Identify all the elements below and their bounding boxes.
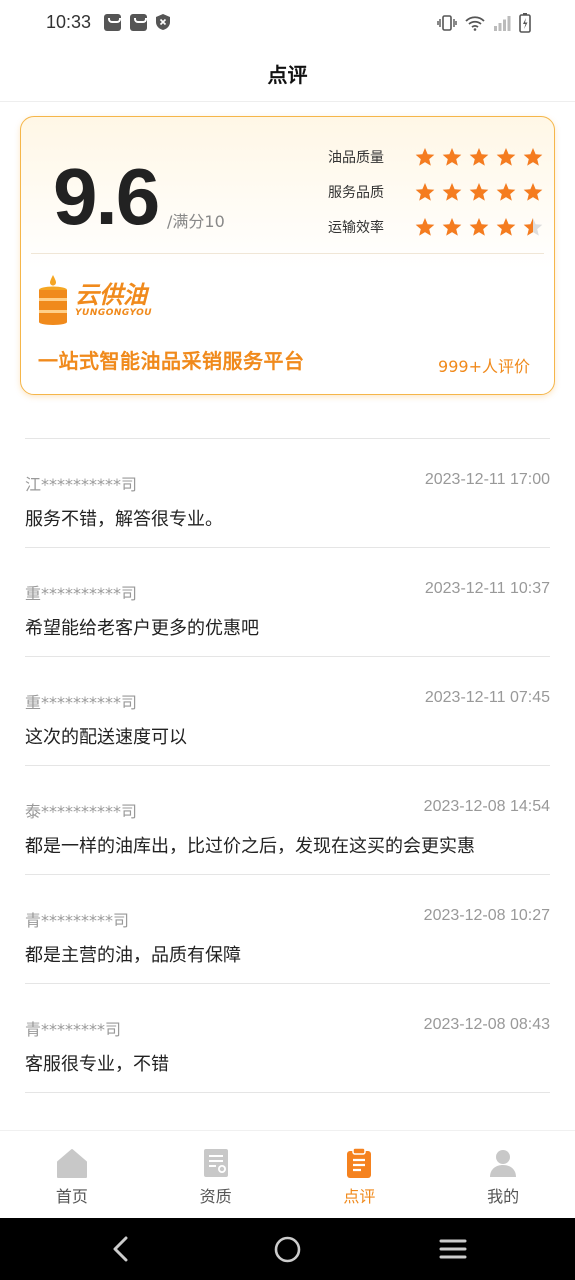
review-date: 2023-12-08 14:54 [423, 798, 550, 815]
review-user: 青*********司 [25, 911, 130, 930]
battery-icon [519, 13, 531, 33]
review-user: 泰**********司 [25, 802, 138, 821]
rating-label: 服务品质 [328, 184, 384, 201]
bottom-tab-bar: 首页 资质 点评 我的 [0, 1130, 575, 1218]
score-card: 9.6 /满分10 油品质量 服务品质 运输效率 云供油 YUNGONGYOU [20, 116, 555, 395]
review-text: 希望能给老客户更多的优惠吧 [25, 618, 259, 639]
star-icon [442, 182, 462, 201]
review-date: 2023-12-08 08:43 [423, 1016, 550, 1033]
star-icon [469, 147, 489, 166]
review-date: 2023-12-11 10:37 [424, 580, 550, 597]
home-icon [56, 1149, 87, 1178]
star-rating [415, 147, 543, 167]
star-icon [469, 182, 489, 201]
system-nav-bar [0, 1218, 575, 1280]
page-title: 点评 [267, 63, 308, 87]
rating-row: 油品质量 [328, 139, 543, 174]
home-circle-icon[interactable] [274, 1236, 301, 1263]
review-date: 2023-12-11 17:00 [424, 471, 550, 488]
vibrate-icon [437, 15, 457, 31]
rating-label: 运输效率 [328, 219, 384, 236]
review-count: 999+人评价 [438, 357, 530, 376]
review-text: 都是一样的油库出，比过价之后，发现在这买的会更实惠 [25, 836, 475, 857]
star-icon [415, 147, 435, 166]
tab-label: 首页 [55, 1187, 88, 1206]
review-item: 青********司 2023-12-08 08:43 客服很专业，不错 [25, 983, 550, 1092]
tab-label: 我的 [487, 1187, 520, 1206]
overall-score: 9.6 [53, 152, 160, 241]
review-date: 2023-12-11 07:45 [424, 689, 550, 706]
review-user: 青********司 [25, 1020, 122, 1039]
tab-label: 点评 [343, 1187, 376, 1206]
brand-logo: 云供油 YUNGONGYOU [37, 275, 152, 325]
star-rating [415, 182, 543, 202]
tab-home[interactable]: 首页 [0, 1131, 144, 1218]
review-user: 重**********司 [25, 693, 138, 712]
star-icon [469, 217, 489, 236]
star-icon [523, 147, 543, 166]
star-icon [523, 217, 543, 236]
review-date: 2023-12-08 10:27 [423, 907, 550, 924]
shopping-bag-icon [104, 14, 121, 31]
star-icon [496, 217, 516, 236]
review-text: 都是主营的油，品质有保障 [25, 945, 241, 966]
header: 点评 [0, 46, 575, 102]
score-max-label: /满分10 [167, 212, 225, 231]
star-icon [496, 147, 516, 166]
wifi-icon [465, 16, 485, 31]
review-item-partial [25, 1092, 550, 1130]
star-icon [442, 147, 462, 166]
rating-list: 油品质量 服务品质 运输效率 [328, 139, 543, 244]
review-user: 重**********司 [25, 584, 138, 603]
status-time: 10:33 [46, 12, 92, 32]
certificate-icon [203, 1149, 228, 1177]
oil-barrel-icon [39, 275, 67, 325]
review-item: 江**********司 2023-12-11 17:00 服务不错，解答很专业… [25, 438, 550, 547]
review-item: 重**********司 2023-12-11 10:37 希望能给老客户更多的… [25, 547, 550, 656]
tab-label: 资质 [199, 1187, 232, 1206]
review-list[interactable]: 江**********司 2023-12-11 17:00 服务不错，解答很专业… [25, 438, 550, 1130]
review-item: 青*********司 2023-12-08 10:27 都是主营的油，品质有保… [25, 874, 550, 983]
menu-icon[interactable] [439, 1238, 467, 1260]
shopping-bag-icon [130, 14, 147, 31]
rating-row: 运输效率 [328, 209, 543, 244]
review-text: 服务不错，解答很专业。 [25, 509, 223, 530]
signal-icon [494, 16, 511, 31]
rating-row: 服务品质 [328, 174, 543, 209]
status-bar: 10:33 [0, 0, 575, 46]
clipboard-icon [347, 1147, 372, 1178]
tab-reviews[interactable]: 点评 [288, 1131, 432, 1218]
person-icon [490, 1150, 517, 1177]
brand-name-en: YUNGONGYOU [75, 308, 153, 318]
star-icon [496, 182, 516, 201]
star-icon [415, 182, 435, 201]
shield-icon [156, 14, 170, 30]
brand-name: 云供油 [75, 281, 147, 309]
review-text: 客服很专业，不错 [25, 1054, 169, 1075]
review-text: 这次的配送速度可以 [25, 727, 187, 748]
review-item: 重**********司 2023-12-11 07:45 这次的配送速度可以 [25, 656, 550, 765]
rating-label: 油品质量 [328, 149, 384, 166]
star-icon [442, 217, 462, 236]
star-icon [415, 217, 435, 236]
tab-mine[interactable]: 我的 [431, 1131, 575, 1218]
card-divider [31, 253, 544, 254]
review-item: 泰**********司 2023-12-08 14:54 都是一样的油库出，比… [25, 765, 550, 874]
tab-qualification[interactable]: 资质 [144, 1131, 288, 1218]
review-user: 江**********司 [25, 475, 138, 494]
star-rating [415, 217, 543, 237]
star-icon [523, 182, 543, 201]
back-icon[interactable] [111, 1236, 131, 1262]
brand-slogan: 一站式智能油品采销服务平台 [38, 349, 305, 373]
